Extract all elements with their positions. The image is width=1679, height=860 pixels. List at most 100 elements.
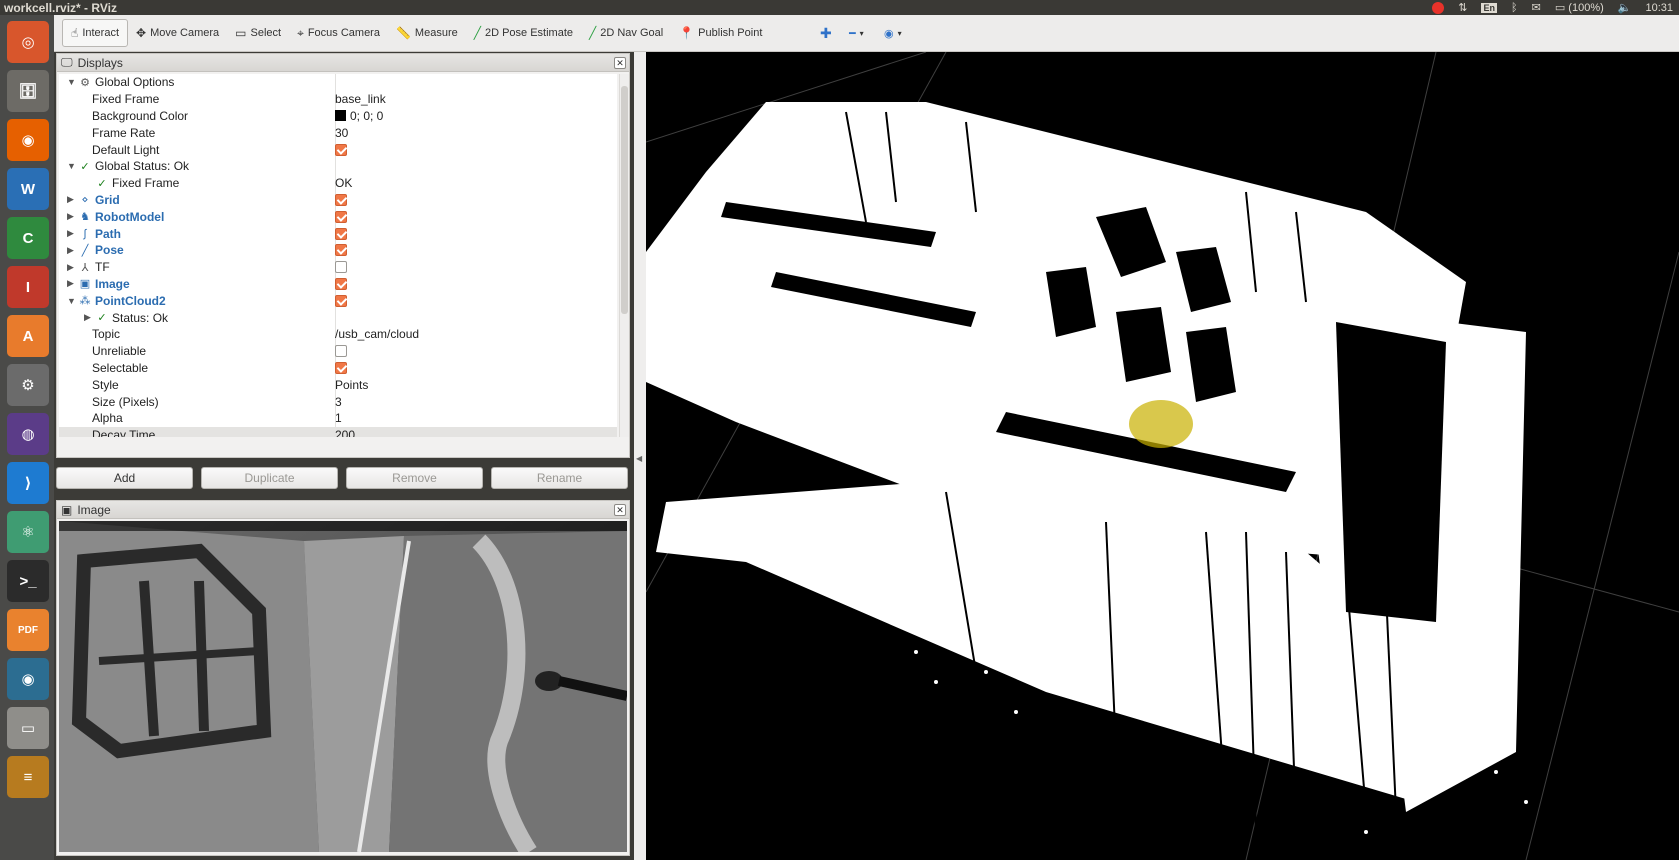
keyboard-layout-indicator[interactable]: En [1481,2,1497,13]
expand-right-icon[interactable]: ▶ [67,211,74,222]
expand-right-icon[interactable]: ▶ [67,245,74,256]
display-tree-value[interactable]: base_link [335,92,386,106]
display-tree-value[interactable]: 0; 0; 0 [335,109,383,123]
bluetooth-icon[interactable]: ᛒ [1511,2,1518,14]
scrollbar-thumb[interactable] [621,86,628,314]
view-splitter[interactable]: ◀ [634,52,646,860]
duplicate-button[interactable]: Duplicate [201,467,338,489]
vscode-icon[interactable]: ⟩ [7,462,49,504]
battery-indicator[interactable]: ▭ (100%) [1555,1,1604,14]
remove-tool-button[interactable]: ━ ▾ [841,19,872,47]
ubuntu-dash-icon[interactable]: ◎ [7,21,49,63]
expand-down-icon[interactable]: ▼ [67,161,76,171]
expand-right-icon[interactable]: ▶ [67,194,74,205]
measure-tool[interactable]: 📏 Measure [388,19,466,47]
display-tree-value[interactable] [335,345,347,358]
display-tree-row[interactable]: Size (Pixels) 3 [59,393,617,410]
display-tree-value[interactable]: 200 [335,428,355,437]
record-indicator-icon[interactable] [1432,1,1445,14]
volume-icon[interactable]: 🔈 [1618,1,1632,14]
settings-icon[interactable]: ⚙ [7,364,49,406]
expand-right-icon[interactable]: ▶ [67,262,74,273]
select-tool[interactable]: ▭ Select [227,19,289,47]
display-tree-row[interactable]: Unreliable [59,343,617,360]
display-tree-value[interactable] [335,193,347,206]
enable-checkbox[interactable] [335,193,347,206]
display-tree-value[interactable] [335,210,347,223]
enable-checkbox[interactable] [335,294,347,307]
firefox-icon[interactable]: ◉ [7,119,49,161]
rviz-3d-view[interactable] [646,52,1679,860]
atom-icon[interactable]: ⚛ [7,511,49,553]
display-tree-row[interactable]: ▼ ⚙ Global Options [59,74,617,91]
display-tree-row[interactable]: ▶ ✓ Status: Ok [59,309,617,326]
enable-checkbox[interactable] [335,244,347,257]
display-tree-value[interactable]: 1 [335,411,342,425]
enable-checkbox[interactable] [335,210,347,223]
display-tree-row[interactable]: ▶ ⋄ Grid [59,192,617,209]
eye-icon[interactable]: ◉ [7,658,49,700]
display-tree-value[interactable] [335,361,347,374]
display-tree-value[interactable] [335,227,347,240]
move-camera-tool[interactable]: ✥ Move Camera [128,19,227,47]
mail-icon[interactable]: ✉ [1532,1,1541,14]
color-swatch[interactable] [335,110,346,122]
display-tree-value[interactable] [335,143,347,156]
writer-icon[interactable]: W [7,168,49,210]
display-tree-value[interactable]: 30 [335,126,348,140]
rename-button[interactable]: Rename [491,467,628,489]
calc-icon[interactable]: C [7,217,49,259]
display-tree-row[interactable]: ✓ Fixed Frame OK [59,175,617,192]
display-tree-value[interactable] [335,244,347,257]
stack-icon[interactable]: ≡ [7,756,49,798]
pose-estimate-tool[interactable]: ╱ 2D Pose Estimate [466,19,581,47]
display-tree-value[interactable]: /usb_cam/cloud [335,327,419,341]
enable-checkbox[interactable] [335,277,347,290]
display-tree-row[interactable]: Background Color 0; 0; 0 [59,108,617,125]
close-icon[interactable]: ✕ [614,503,626,516]
display-tree-row[interactable]: ▼ ⁂ PointCloud2 [59,292,617,309]
display-tree-value[interactable]: Points [335,378,368,392]
add-tool-button[interactable]: ✚ [812,19,840,47]
focus-camera-tool[interactable]: ⌖ Focus Camera [289,19,388,47]
expand-down-icon[interactable]: ▼ [67,296,76,306]
network-icon[interactable]: ⇅ [1458,1,1467,14]
expand-right-icon[interactable]: ▶ [84,312,91,323]
close-icon[interactable]: ✕ [614,56,626,69]
enable-checkbox[interactable] [335,227,347,240]
interact-tool[interactable]: ☝ Interact [62,19,128,47]
display-tree-value[interactable] [335,277,347,290]
display-tree-value[interactable]: 3 [335,395,342,409]
enable-checkbox[interactable] [335,345,347,358]
display-tree-row[interactable]: Topic/usb_cam/cloud [59,326,617,343]
display-tree-row[interactable]: ▼ ✓ Global Status: Ok [59,158,617,175]
display-tree-row[interactable]: ▶ ▣ Image [59,276,617,293]
impress-icon[interactable]: I [7,266,49,308]
pdf-icon[interactable]: PDF [7,609,49,651]
expand-down-icon[interactable]: ▼ [67,77,76,87]
display-tree-row[interactable]: ▶ ♞ RobotModel [59,208,617,225]
display-tree-value[interactable] [335,261,347,274]
drive-icon[interactable]: ▭ [7,707,49,749]
display-tree-row[interactable]: ▶ ⅄ TF [59,259,617,276]
expand-right-icon[interactable]: ▶ [67,228,74,239]
display-tree-row[interactable]: Style Points [59,376,617,393]
publish-point-tool[interactable]: 📍 Publish Point [671,19,770,47]
displays-scrollbar[interactable] [619,74,629,437]
display-tree-row[interactable]: ▶ ╱ Pose [59,242,617,259]
enable-checkbox[interactable] [335,143,347,156]
nav-goal-tool[interactable]: ╱ 2D Nav Goal [581,19,671,47]
enable-checkbox[interactable] [335,361,347,374]
add-button[interactable]: Add [56,467,193,489]
display-tree-row[interactable]: Alpha 1 [59,410,617,427]
enable-checkbox[interactable] [335,261,347,274]
files-icon[interactable]: 🗄 [7,70,49,112]
display-tree-value[interactable] [335,294,347,307]
github-icon[interactable]: ◍ [7,413,49,455]
expand-right-icon[interactable]: ▶ [67,278,74,289]
remove-button[interactable]: Remove [346,467,483,489]
software-center-icon[interactable]: A [7,315,49,357]
display-tree-row[interactable]: Frame Rate 30 [59,124,617,141]
display-tree-row[interactable]: Decay Time 200 [59,426,617,437]
display-tree-row[interactable]: Default Light [59,141,617,158]
